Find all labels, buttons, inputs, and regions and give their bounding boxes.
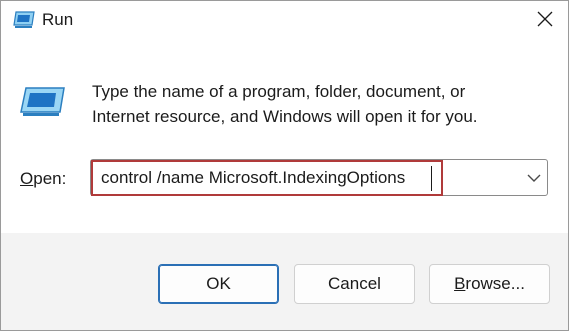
browse-button[interactable]: Browse... bbox=[429, 264, 550, 304]
chevron-down-icon[interactable] bbox=[527, 171, 541, 183]
open-label-accelerator: O bbox=[20, 169, 34, 188]
description-line-1: Type the name of a program, folder, docu… bbox=[92, 82, 466, 101]
description-text: Type the name of a program, folder, docu… bbox=[92, 79, 532, 129]
open-input[interactable] bbox=[101, 167, 431, 189]
window-title: Run bbox=[42, 10, 74, 29]
browse-label: rowse... bbox=[465, 274, 525, 293]
run-icon bbox=[13, 11, 35, 29]
close-button[interactable] bbox=[522, 1, 568, 41]
text-caret bbox=[431, 166, 432, 191]
run-icon bbox=[19, 87, 65, 117]
description-line-2: Internet resource, and Windows will open… bbox=[92, 107, 478, 126]
ok-button[interactable]: OK bbox=[158, 264, 279, 304]
run-dialog: Run Type the name of a program, folder, … bbox=[0, 0, 569, 331]
browse-accelerator: B bbox=[454, 274, 466, 293]
open-label: Open: bbox=[20, 168, 66, 190]
cancel-button[interactable]: Cancel bbox=[294, 264, 415, 304]
open-label-text: pen: bbox=[33, 169, 67, 188]
title-bar[interactable]: Run bbox=[1, 1, 568, 41]
close-icon bbox=[537, 11, 553, 32]
